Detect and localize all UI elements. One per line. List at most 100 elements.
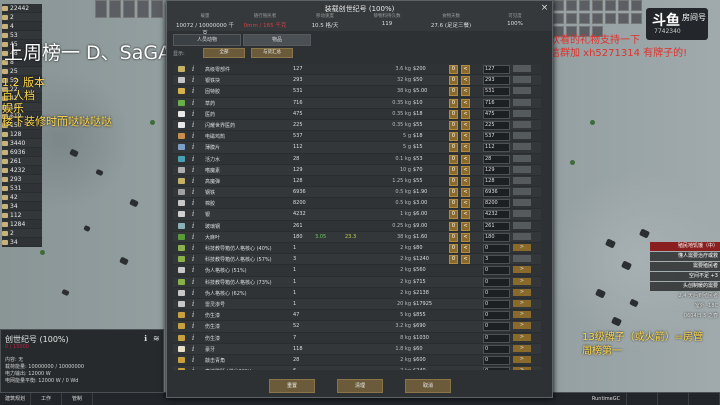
tab-work[interactable]: 工作 — [31, 393, 62, 405]
plant[interactable] — [150, 120, 155, 125]
increase-button[interactable] — [513, 132, 531, 140]
item-row[interactable]: i 豪牙 118 1.8 kg $60 0 > — [173, 343, 541, 355]
colonist-portrait[interactable] — [123, 0, 135, 18]
increase-button[interactable] — [513, 199, 531, 207]
colonist-portrait[interactable] — [566, 0, 577, 11]
increase-button[interactable]: > — [513, 266, 531, 274]
amount-input[interactable]: 0 — [483, 299, 510, 309]
increase-button[interactable]: > — [513, 311, 531, 319]
decrease-button[interactable]: 0 — [449, 132, 458, 142]
colonist-portrait[interactable] — [605, 0, 616, 11]
amount-input[interactable]: 0 — [483, 333, 510, 343]
amount-input[interactable]: 112 — [483, 143, 510, 153]
resource-entry[interactable]: 261 — [2, 157, 42, 166]
resource-entry[interactable]: 4 — [2, 22, 42, 31]
item-row[interactable]: i 银铁块 293 32 kg $50 0 <293 — [173, 75, 541, 87]
increase-button[interactable] — [513, 76, 531, 84]
wifi-icon[interactable]: ≋ — [153, 334, 160, 343]
alert-item[interactable]: 头创制暖的需要 — [650, 282, 720, 291]
decrease-one-button[interactable]: < — [461, 244, 470, 253]
amount-input[interactable]: 475 — [483, 109, 510, 119]
resource-entry[interactable]: 6936 — [2, 148, 42, 157]
decrease-button[interactable]: 0 — [449, 244, 458, 253]
decrease-button[interactable]: 0 — [449, 199, 458, 209]
info-icon[interactable]: i — [192, 177, 194, 185]
item-row[interactable]: i 科技教导箱仿人格核心 (57%) 3 2 kg $1240 0 <3 — [173, 254, 541, 266]
item-row[interactable]: i 伤生漆 52 3.2 kg $690 0 > — [173, 321, 541, 333]
item-row[interactable]: i 雷灵渗号 1 20 kg $17925 0 > — [173, 298, 541, 311]
increase-button[interactable]: > — [513, 322, 531, 330]
amount-input[interactable]: 180 — [483, 232, 510, 242]
resource-entry[interactable]: 531 — [2, 184, 42, 193]
item-row[interactable]: i 科技教导箱仿人格核心 (40%) 1 2 kg $80 0 <0 > — [173, 243, 541, 255]
item-row[interactable]: i 活力水 28 0.1 kg $53 0 <28 — [173, 153, 541, 165]
alert-item[interactable]: 空间不足 +3 — [650, 272, 720, 281]
alert-item[interactable]: 殖民地饥饿（中） — [650, 242, 720, 251]
tab-runtimegc[interactable]: RuntimeGC — [586, 393, 627, 405]
decrease-one-button[interactable]: < — [461, 120, 470, 130]
info-icon[interactable]: i — [192, 222, 194, 230]
colonist-portrait[interactable] — [579, 13, 590, 24]
info-icon[interactable]: i — [192, 289, 194, 297]
decrease-one-button[interactable]: < — [461, 210, 470, 220]
resource-entry[interactable]: 2 — [2, 13, 42, 22]
resource-entry[interactable]: 293 — [2, 175, 42, 184]
amount-input[interactable]: 0 — [483, 244, 510, 253]
amount-input[interactable]: 3 — [483, 255, 510, 265]
amount-input[interactable]: 0 — [483, 288, 510, 298]
decrease-one-button[interactable]: < — [461, 65, 470, 74]
rock-chunk[interactable] — [129, 198, 139, 208]
rock-chunk[interactable] — [95, 168, 104, 177]
item-row[interactable]: i 高速跳跃 (满分30%) 6 2 kg$240 0> — [173, 366, 541, 370]
decrease-one-button[interactable]: < — [461, 143, 470, 153]
item-row[interactable]: i 嗜魔素 129 10 g $70 0 <129 — [173, 164, 541, 176]
increase-button[interactable] — [513, 65, 531, 72]
colonist-portrait[interactable] — [631, 0, 642, 11]
info-icon[interactable]: i — [192, 166, 194, 174]
rock-chunk[interactable] — [69, 148, 79, 158]
info-icon[interactable]: ℹ — [144, 334, 147, 343]
resource-entry[interactable]: 42 — [2, 193, 42, 202]
info-icon[interactable]: i — [192, 199, 194, 207]
clear-button[interactable]: 清理 — [337, 379, 383, 393]
resource-entry[interactable]: 1284 — [2, 220, 42, 229]
tab-extra[interactable] — [689, 393, 720, 405]
decrease-one-button[interactable]: < — [461, 199, 470, 209]
amount-input[interactable]: 4232 — [483, 210, 510, 220]
decrease-one-button[interactable]: < — [461, 255, 470, 265]
resource-entry[interactable]: 25 — [2, 67, 42, 76]
amount-input[interactable]: 127 — [483, 65, 510, 74]
amount-input[interactable]: 537 — [483, 132, 510, 142]
decrease-one-button[interactable]: < — [461, 98, 470, 108]
colonist-portrait[interactable] — [553, 13, 564, 24]
info-icon[interactable]: i — [192, 300, 194, 308]
decrease-button[interactable]: 0 — [449, 221, 458, 231]
item-row[interactable]: i 高级零部件 127 3.6 kg $200 0 <127 — [173, 64, 541, 76]
decrease-button[interactable]: 0 — [449, 87, 458, 97]
rock-chunk[interactable] — [610, 316, 623, 327]
resource-entry[interactable]: 4232 — [2, 166, 42, 175]
alert-item[interactable]: 需要殖民者 — [650, 262, 720, 271]
increase-button[interactable] — [513, 165, 531, 173]
amount-input[interactable]: 531 — [483, 87, 510, 97]
resource-entry[interactable]: 34 — [2, 202, 42, 211]
colonist-portrait[interactable] — [109, 0, 121, 18]
resource-entry[interactable]: 22442 — [2, 4, 42, 13]
info-icon[interactable]: i — [192, 155, 194, 163]
item-row[interactable]: i 伪人格核心 (51%) 1 2 kg $560 0 > — [173, 265, 541, 277]
decrease-one-button[interactable]: < — [461, 76, 470, 86]
increase-button[interactable] — [513, 221, 531, 229]
increase-button[interactable]: > — [513, 355, 531, 363]
amount-input[interactable]: 716 — [483, 98, 510, 108]
plant[interactable] — [40, 250, 45, 255]
info-icon[interactable]: i — [192, 255, 194, 263]
reset-button[interactable]: 重置 — [269, 379, 315, 393]
tab-extra[interactable] — [658, 393, 689, 405]
increase-button[interactable] — [513, 109, 531, 117]
amount-input[interactable]: 293 — [483, 76, 510, 86]
info-icon[interactable]: i — [192, 132, 194, 140]
colonist-portrait[interactable] — [137, 0, 149, 18]
amount-input[interactable]: 0 — [483, 311, 510, 321]
item-row[interactable]: i 敲击青角 28 2 kg $600 0 > — [173, 354, 541, 367]
amount-input[interactable]: 0 — [483, 344, 510, 354]
